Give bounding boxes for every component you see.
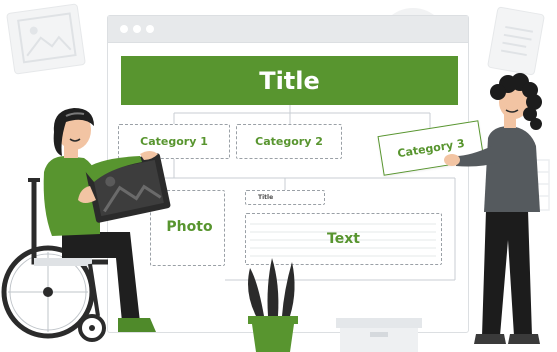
illustration: Title Category 1 Category 2 Photo Title … bbox=[0, 0, 557, 352]
box-icon bbox=[336, 318, 422, 352]
